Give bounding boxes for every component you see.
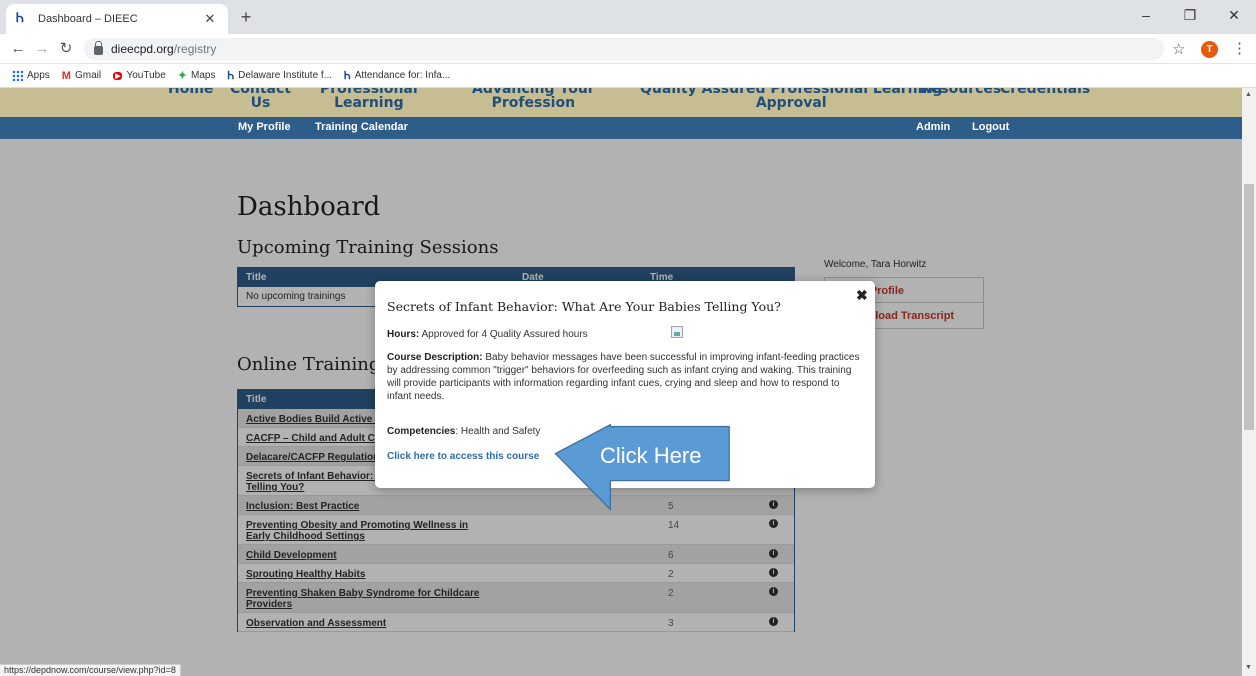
web-page: Home Contact Us Professional Learning Ad… (0, 88, 1242, 676)
new-tab-icon[interactable]: + (234, 5, 258, 29)
scroll-up-icon[interactable]: ▲ (1245, 91, 1252, 98)
modal-title: Secrets of Infant Behavior: What Are You… (387, 299, 781, 314)
nav-credentials[interactable]: Credentials (1000, 88, 1090, 96)
main-nav: Home Contact Us Professional Learning Ad… (0, 88, 1242, 117)
nav-resources[interactable]: Resources (920, 88, 1001, 96)
maps-icon: ✦ (177, 70, 187, 82)
bookmark-gmail[interactable]: M Gmail (62, 70, 101, 82)
bookmark-maps[interactable]: ✦ Maps (178, 69, 216, 82)
bookmark-youtube[interactable]: ▶ YouTube (113, 70, 166, 81)
nav-home[interactable]: Home (168, 88, 213, 96)
tab-close-icon[interactable]: ✕ (202, 11, 218, 27)
address-domain: dieecpd.org (111, 42, 174, 56)
address-bar[interactable]: dieecpd.org/registry (84, 38, 1164, 60)
modal-competencies: Competencies: Health and Safety (387, 426, 541, 437)
youtube-icon: ▶ (113, 71, 123, 80)
menu-kebab-icon[interactable]: ⋮ (1232, 39, 1247, 57)
nav-qa-approval[interactable]: Quality Assured Professional Learning Ap… (640, 88, 942, 110)
reload-icon[interactable]: ↻ (56, 39, 76, 59)
scrollbar-thumb[interactable] (1244, 184, 1254, 430)
status-url: https://depdnow.com/course/view.php?id=8 (0, 664, 181, 676)
profile-avatar[interactable]: T (1201, 41, 1218, 58)
sub-nav-my-profile[interactable]: My Profile (238, 121, 291, 133)
bookmark-attendance[interactable]: Ꮒ Attendance for: Infa... (344, 69, 450, 83)
tab-title: Dashboard – DIEEC (38, 13, 138, 25)
forward-icon[interactable]: → (32, 39, 52, 59)
modal-close-icon[interactable]: ✖ (856, 287, 868, 304)
browser-tab-strip: Ꮒ Dashboard – DIEEC ✕ + – ❐ ✕ (0, 0, 1256, 34)
address-path: /registry (173, 42, 217, 56)
modal-description: Course Description: Baby behavior messag… (387, 352, 860, 402)
bookmark-dieec[interactable]: Ꮒ Delaware Institute f... (227, 69, 332, 83)
sub-nav-admin[interactable]: Admin (916, 121, 950, 133)
restore-icon[interactable]: ❐ (1168, 0, 1212, 30)
browser-tab[interactable]: Ꮒ Dashboard – DIEEC ✕ (6, 4, 228, 34)
nav-contact-us[interactable]: Contact Us (230, 88, 291, 110)
modal-hours: Hours: Approved for 4 Quality Assured ho… (387, 329, 588, 340)
nav-advancing-profession[interactable]: Advancing Your Profession (472, 88, 595, 110)
vertical-scrollbar[interactable]: ▲ ▼ (1242, 88, 1256, 676)
gmail-icon: M (61, 69, 71, 82)
broken-image-icon (671, 326, 683, 338)
sub-nav-training-calendar[interactable]: Training Calendar (315, 121, 408, 133)
browser-toolbar: ← → ↻ dieecpd.org/registry ☆ T ⋮ (0, 34, 1256, 64)
window-close-icon[interactable]: ✕ (1212, 0, 1256, 30)
click-here-label: Click Here (600, 443, 702, 468)
dieec-icon: Ꮒ (344, 68, 351, 82)
nav-professional-learning[interactable]: Professional Learning (320, 88, 418, 110)
dieec-icon: Ꮒ (227, 68, 235, 82)
back-icon[interactable]: ← (8, 39, 28, 59)
dieec-favicon-icon: Ꮒ (16, 11, 24, 26)
bookmarks-bar: Apps M Gmail ▶ YouTube ✦ Maps Ꮒ Delaware Ins… (0, 64, 1256, 88)
apps-icon (12, 70, 23, 81)
access-course-link[interactable]: Click here to access this course (387, 451, 539, 462)
scroll-down-icon[interactable]: ▼ (1245, 664, 1252, 671)
bookmark-apps[interactable]: Apps (12, 70, 50, 81)
bookmark-star-icon[interactable]: ☆ (1172, 40, 1185, 58)
sub-nav-logout[interactable]: Logout (972, 121, 1009, 133)
minimize-icon[interactable]: – (1124, 0, 1168, 30)
lock-icon (94, 40, 103, 55)
sub-nav: My Profile Training Calendar Admin Logou… (0, 117, 1242, 139)
